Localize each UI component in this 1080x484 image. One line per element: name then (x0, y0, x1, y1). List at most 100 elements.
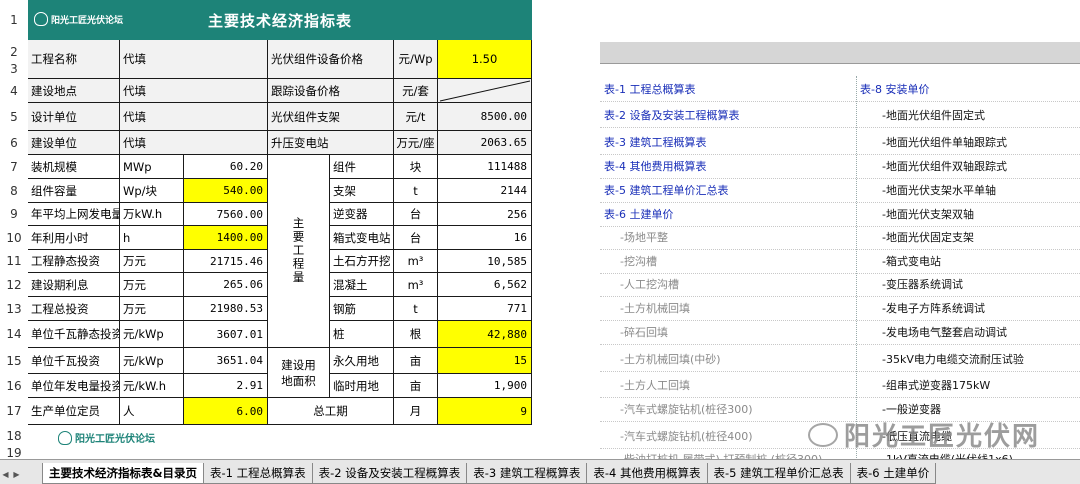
indicator-label[interactable]: 建设期利息 (28, 273, 120, 297)
quantity-item[interactable]: 永久用地 (330, 348, 394, 374)
row-number[interactable]: 8 (0, 179, 28, 203)
indicator-unit[interactable]: 万kW.h (120, 203, 184, 226)
price-amount[interactable]: 1.50 (438, 40, 532, 79)
row-number[interactable]: 17 (0, 398, 28, 425)
row-number[interactable]: 6 (0, 131, 28, 155)
sub-item-link[interactable]: -地面光伏支架双轴 (882, 203, 974, 226)
quantity-unit[interactable]: 台 (394, 203, 438, 226)
quantity-unit[interactable]: 亩 (394, 348, 438, 374)
indicator-unit[interactable]: 万元 (120, 250, 184, 273)
sheet-link[interactable]: 表-4 其他费用概算表 (604, 155, 706, 178)
row-number[interactable]: 16 (0, 374, 28, 398)
quantity-item[interactable]: 临时用地 (330, 374, 394, 398)
sheet-tab[interactable]: 表-5 建筑工程单价汇总表 (706, 463, 851, 484)
project-info-value[interactable]: 代填 (120, 40, 268, 79)
sheet-tab[interactable]: 表-1 工程总概算表 (203, 463, 313, 484)
quantity-item[interactable]: 桩 (330, 321, 394, 348)
sub-item-link[interactable]: -发电场电气整套启动调试 (882, 321, 1007, 344)
sub-item-link[interactable]: -发电子方阵系统调试 (882, 297, 985, 320)
sub-item-link[interactable]: -土方机械回填(中砂) (620, 348, 721, 371)
sub-item-link[interactable]: -组串式逆变器175kW (882, 374, 990, 397)
quantity-unit[interactable]: m³ (394, 273, 438, 297)
row-number[interactable]: 19 (0, 447, 28, 459)
period-unit[interactable]: 月 (394, 398, 438, 425)
row-number[interactable]: 5 (0, 103, 28, 131)
sheet-tab[interactable]: 表-6 土建单价 (849, 463, 937, 484)
land-area-label[interactable]: 建设用地面积 (268, 348, 330, 398)
row-number[interactable]: 2 (0, 45, 28, 60)
row-number[interactable]: 1 (0, 0, 28, 40)
indicator-unit[interactable]: 万元 (120, 297, 184, 321)
period-value[interactable]: 9 (438, 398, 532, 425)
quantity-value[interactable]: 15 (438, 348, 532, 374)
price-unit[interactable]: 元/套 (394, 79, 438, 103)
main-works-label[interactable]: 主要工程量 (268, 155, 330, 348)
indicator-label[interactable]: 年利用小时 (28, 226, 120, 250)
indicator-value[interactable]: 1400.00 (184, 226, 268, 250)
price-amount[interactable]: 2063.65 (438, 131, 532, 155)
indicator-label[interactable]: 工程总投资 (28, 297, 120, 321)
sheet-link[interactable]: 表-6 土建单价 (604, 203, 673, 226)
quantity-item[interactable]: 混凝土 (330, 273, 394, 297)
project-info-label[interactable]: 建设单位 (28, 131, 120, 155)
sub-item-link[interactable]: -土方人工回填 (620, 374, 690, 397)
sub-item-link[interactable]: -地面光伏组件双轴跟踪式 (882, 155, 1007, 178)
sheet-link[interactable]: 表-3 建筑工程概算表 (604, 131, 706, 154)
price-item-label[interactable]: 跟踪设备价格 (268, 79, 394, 103)
indicator-label[interactable]: 年平均上网发电量 (28, 203, 120, 226)
indicator-label[interactable]: 组件容量 (28, 179, 120, 203)
indicator-unit[interactable]: 人 (120, 398, 184, 425)
quantity-item[interactable]: 组件 (330, 155, 394, 179)
quantity-unit[interactable]: 台 (394, 226, 438, 250)
quantity-value[interactable]: 1,900 (438, 374, 532, 398)
project-info-label[interactable]: 工程名称 (28, 40, 120, 79)
quantity-unit[interactable]: m³ (394, 250, 438, 273)
sheet-tab[interactable]: 表-4 其他费用概算表 (586, 463, 708, 484)
indicator-value[interactable]: 21715.46 (184, 250, 268, 273)
indicator-label[interactable]: 单位千瓦静态投资 (28, 321, 120, 348)
sub-item-link[interactable]: -箱式变电站 (882, 250, 941, 273)
sub-item-link[interactable]: -碎石回填 (620, 321, 668, 344)
row-number[interactable]: 4 (0, 79, 28, 103)
indicator-value[interactable]: 3607.01 (184, 321, 268, 348)
indicator-unit[interactable]: MWp (120, 155, 184, 179)
quantity-value[interactable]: 6,562 (438, 273, 532, 297)
indicator-value[interactable]: 3651.04 (184, 348, 268, 374)
price-item-label[interactable]: 光伏组件支架 (268, 103, 394, 131)
row-number[interactable]: 14 (0, 321, 28, 348)
quantity-unit[interactable]: t (394, 179, 438, 203)
indicator-unit[interactable]: Wp/块 (120, 179, 184, 203)
sheet-link[interactable]: 表-8 安装单价 (860, 78, 929, 101)
indicator-label[interactable]: 单位千瓦投资 (28, 348, 120, 374)
indicator-value[interactable]: 60.20 (184, 155, 268, 179)
indicator-value[interactable]: 21980.53 (184, 297, 268, 321)
quantity-value[interactable]: 2144 (438, 179, 532, 203)
quantity-value[interactable]: 771 (438, 297, 532, 321)
price-unit[interactable]: 元/t (394, 103, 438, 131)
price-item-label[interactable]: 升压变电站 (268, 131, 394, 155)
row-number[interactable]: 18 (0, 425, 28, 448)
sheet-link[interactable]: 表-1 工程总概算表 (604, 78, 695, 101)
price-amount[interactable]: 8500.00 (438, 103, 532, 131)
sub-item-link[interactable]: -汽车式螺旋钻机(桩径400) (620, 425, 753, 448)
row-number[interactable]: 3 (0, 62, 28, 77)
indicator-value[interactable]: 7560.00 (184, 203, 268, 226)
first-sheet-icon[interactable]: ◀ (0, 464, 11, 484)
quantity-item[interactable]: 箱式变电站 (330, 226, 394, 250)
quantity-item[interactable]: 支架 (330, 179, 394, 203)
quantity-item[interactable]: 土石方开挖 (330, 250, 394, 273)
sheet-tab[interactable]: 主要技术经济指标表&目录页 (42, 463, 205, 484)
quantity-value[interactable]: 256 (438, 203, 532, 226)
sub-item-link[interactable]: -变压器系统调试 (882, 273, 963, 296)
row-number[interactable]: 9 (0, 203, 28, 226)
indicator-label[interactable]: 工程静态投资 (28, 250, 120, 273)
indicator-value[interactable]: 6.00 (184, 398, 268, 425)
price-unit[interactable]: 元/Wp (394, 40, 438, 79)
quantity-item[interactable]: 逆变器 (330, 203, 394, 226)
project-info-value[interactable]: 代填 (120, 103, 268, 131)
indicator-unit[interactable]: 元/kWp (120, 348, 184, 374)
project-info-value[interactable]: 代填 (120, 79, 268, 103)
indicator-unit[interactable]: 元/kWp (120, 321, 184, 348)
sub-item-link[interactable]: -汽车式螺旋钻机(桩径300) (620, 398, 753, 421)
price-unit[interactable]: 万元/座 (394, 131, 438, 155)
